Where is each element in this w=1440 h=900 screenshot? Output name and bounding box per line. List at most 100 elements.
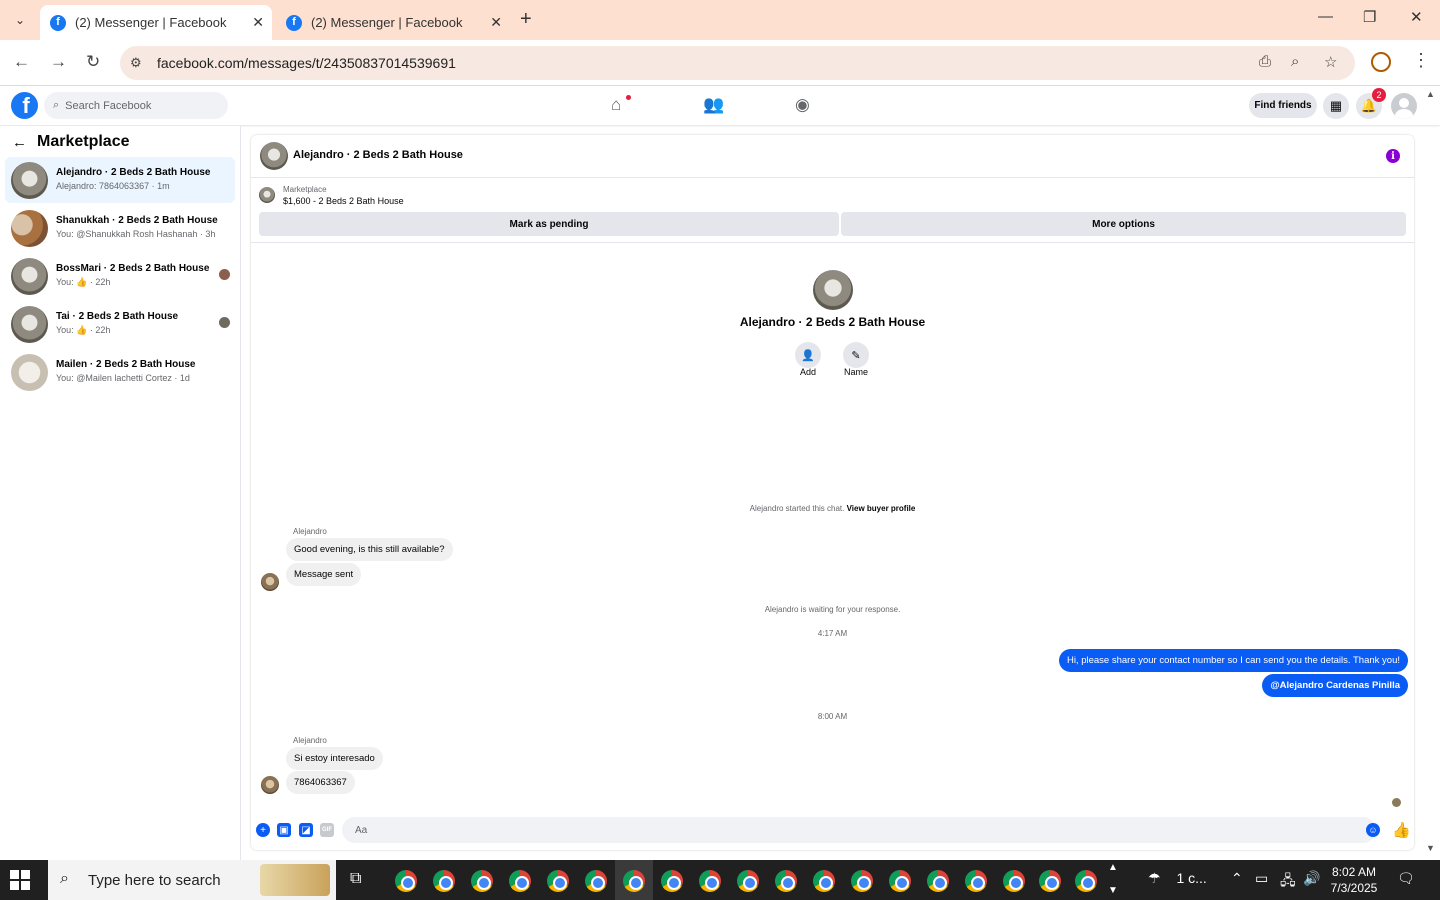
incoming-message[interactable]: Good evening, is this still available? [286, 538, 453, 561]
conversation-item[interactable]: Alejandro · 2 Beds 2 Bath House Alejandr… [5, 157, 235, 203]
chrome-icon[interactable] [1075, 870, 1097, 892]
chrome-icon[interactable] [433, 870, 455, 892]
close-window-icon[interactable]: ✕ [1410, 8, 1423, 26]
chrome-icon[interactable] [927, 870, 949, 892]
facebook-search-input[interactable]: ⌕ Search Facebook [44, 92, 228, 119]
conversation-item[interactable]: BossMari · 2 Beds 2 Bath House You: 👍 · … [5, 253, 235, 299]
chrome-icon[interactable] [661, 870, 683, 892]
chrome-icon[interactable] [585, 870, 607, 892]
more-options-button[interactable]: More options [841, 212, 1406, 236]
weather-widget[interactable]: ☂ 1 c... [1148, 870, 1207, 887]
plus-icon[interactable]: + [256, 823, 270, 837]
incoming-message[interactable]: 7864063367 [286, 771, 355, 794]
conversation-item[interactable]: Shanukkah · 2 Beds 2 Bath House You: @Sh… [5, 205, 235, 251]
sticker-icon[interactable]: ◪ [299, 823, 313, 837]
conversation-snippet: You: @Mailen lachetti Cortez · 1d [56, 373, 190, 383]
menu-grid-icon[interactable]: ▦ [1323, 93, 1349, 119]
back-arrow-icon[interactable]: ← [12, 134, 27, 151]
task-view-icon[interactable]: ⧉ [350, 870, 361, 888]
taskbar-search-input[interactable]: ⌕ Type here to search [48, 860, 336, 900]
minimize-icon[interactable]: — [1318, 8, 1333, 25]
site-info-icon[interactable]: ⚙ [130, 55, 142, 71]
facebook-favicon-icon: f [286, 14, 302, 31]
browser-tab[interactable]: f (2) Messenger | Facebook ✕ [276, 5, 510, 40]
mark-as-pending-button[interactable]: Mark as pending [259, 212, 839, 236]
chat-avatar[interactable] [260, 142, 288, 170]
chrome-icon[interactable] [775, 870, 797, 892]
profile-avatar[interactable] [813, 270, 853, 310]
taskbar-scroll-up-icon[interactable]: ▲ [1108, 862, 1118, 873]
install-app-icon[interactable]: ⎙ [1259, 53, 1271, 70]
chrome-icon[interactable] [737, 870, 759, 892]
message-input[interactable]: Aa [342, 817, 1376, 843]
sender-avatar[interactable] [261, 776, 279, 794]
listing-source: Marketplace [283, 185, 327, 194]
chrome-icon[interactable] [851, 870, 873, 892]
friends-icon[interactable]: 👥 [703, 95, 724, 115]
scroll-up-icon[interactable]: ▲ [1426, 89, 1435, 99]
conversation-item[interactable]: Tai · 2 Beds 2 Bath House You: 👍 · 22h [5, 301, 235, 347]
chrome-icon[interactable] [965, 870, 987, 892]
facebook-logo-icon[interactable]: f [11, 92, 38, 119]
home-icon[interactable]: ⌂ [611, 95, 621, 115]
emoji-icon[interactable]: ☺ [1366, 823, 1380, 837]
restore-icon[interactable]: ❐ [1363, 8, 1376, 26]
home-notification-dot [626, 95, 631, 100]
message-composer: + ▣ ◪ GIF Aa ☺ 👍 [251, 817, 1414, 845]
groups-icon[interactable]: ◉ [795, 95, 810, 115]
zoom-icon[interactable]: ⌕ [1291, 53, 1299, 70]
chrome-icon[interactable] [889, 870, 911, 892]
back-icon[interactable]: ← [13, 52, 30, 72]
browser-profile-icon[interactable] [1371, 52, 1391, 72]
edit-name-icon[interactable]: ✎ [843, 342, 869, 368]
photo-icon[interactable]: ▣ [277, 823, 291, 837]
add-person-icon[interactable]: 👤 [795, 342, 821, 368]
listing-description[interactable]: $1,600 - 2 Beds 2 Bath House [283, 196, 404, 206]
sender-avatar[interactable] [261, 573, 279, 591]
outgoing-message[interactable]: Hi, please share your contact number so … [1058, 649, 1408, 672]
outgoing-message[interactable]: @Alejandro Cardenas Pinilla [1262, 674, 1408, 697]
windows-start-icon[interactable] [10, 870, 30, 890]
close-tab-icon[interactable]: ✕ [252, 14, 264, 31]
chrome-icon[interactable] [1039, 870, 1061, 892]
thumbs-up-icon[interactable]: 👍 [1392, 821, 1411, 839]
meet-now-icon[interactable]: ▭ [1255, 870, 1268, 887]
chrome-icon[interactable] [813, 870, 835, 892]
find-friends-button[interactable]: Find friends [1249, 93, 1317, 118]
chrome-icon[interactable] [547, 870, 569, 892]
show-hidden-icons-icon[interactable]: ⌃ [1231, 870, 1243, 887]
chrome-icon[interactable] [699, 870, 721, 892]
conversation-item[interactable]: Mailen · 2 Beds 2 Bath House You: @Maile… [5, 349, 235, 395]
reload-icon[interactable]: ↻ [86, 52, 100, 72]
gif-icon[interactable]: GIF [320, 823, 334, 837]
url-text[interactable]: facebook.com/messages/t/2435083701453969… [157, 55, 456, 71]
conversation-snippet: You: @Shanukkah Rosh Hashanah · 3h [56, 229, 216, 239]
incoming-message[interactable]: Message sent [286, 563, 362, 586]
chrome-icon[interactable] [509, 870, 531, 892]
notification-center-icon[interactable]: 🗨 [1397, 870, 1415, 887]
omnibox[interactable]: ⚙ facebook.com/messages/t/24350837014539… [120, 46, 1355, 80]
new-tab-icon[interactable]: + [520, 8, 532, 31]
network-icon[interactable]: 🖧 [1280, 870, 1296, 894]
close-tab-icon[interactable]: ✕ [490, 14, 502, 31]
browser-menu-icon[interactable]: ⋮ [1412, 50, 1430, 71]
bookmark-star-icon[interactable]: ☆ [1324, 53, 1337, 71]
chrome-icon[interactable] [471, 870, 493, 892]
chrome-icon[interactable] [623, 870, 645, 892]
browser-tab-active[interactable]: f (2) Messenger | Facebook ✕ [40, 5, 272, 40]
volume-icon[interactable]: 🔊 [1303, 870, 1320, 887]
account-avatar[interactable] [1391, 93, 1417, 119]
scroll-down-icon[interactable]: ▼ [1426, 843, 1435, 853]
chrome-icon[interactable] [395, 870, 417, 892]
listing-banner: Marketplace $1,600 - 2 Beds 2 Bath House… [251, 179, 1414, 243]
view-buyer-profile-link[interactable]: View buyer profile [847, 504, 916, 513]
conversation-name: Tai · 2 Beds 2 Bath House [56, 311, 179, 322]
incoming-message[interactable]: Si estoy interesado [286, 747, 383, 770]
system-clock[interactable]: 8:02 AM 7/3/2025 [1326, 864, 1382, 896]
forward-icon[interactable]: → [50, 52, 67, 72]
taskbar-scroll-down-icon[interactable]: ▼ [1108, 885, 1118, 896]
info-icon[interactable]: i [1386, 149, 1400, 163]
chrome-icon[interactable] [1003, 870, 1025, 892]
chat-title[interactable]: Alejandro · 2 Beds 2 Bath House [293, 149, 463, 161]
tab-search-chevron-icon[interactable]: ⌄ [6, 8, 34, 32]
